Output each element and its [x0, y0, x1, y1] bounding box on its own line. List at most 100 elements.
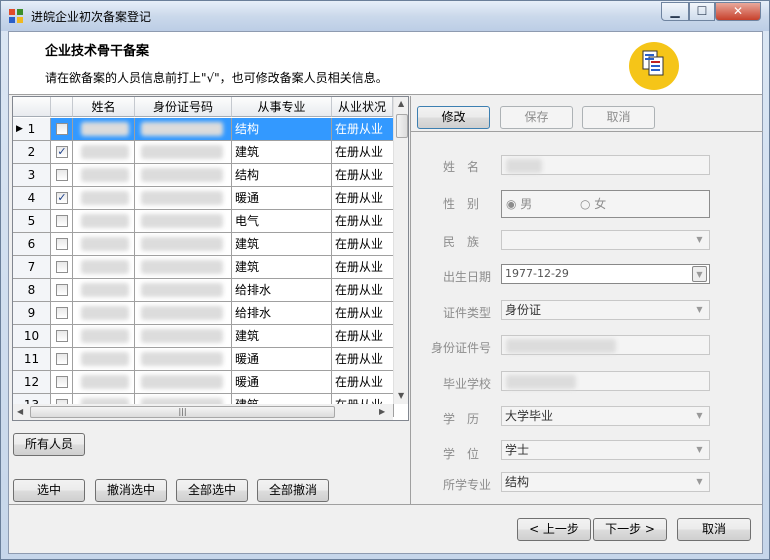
- row-checkbox[interactable]: [56, 353, 68, 365]
- row-checkbox[interactable]: [56, 261, 68, 273]
- title-bar[interactable]: 进皖企业初次备案登记 ▁ ☐ ✕: [1, 1, 769, 31]
- school-field[interactable]: [501, 371, 710, 391]
- id-number-cell[interactable]: [135, 302, 232, 325]
- id-number-cell[interactable]: [135, 164, 232, 187]
- table-row[interactable]: 10 建筑 在册从业: [13, 325, 394, 348]
- status-cell[interactable]: 在册从业: [332, 371, 394, 394]
- gender-female-radio[interactable]: ○ 女: [580, 195, 606, 213]
- major-cell[interactable]: 暖通: [232, 348, 332, 371]
- row-header[interactable]: 12: [13, 371, 51, 394]
- table-row[interactable]: 8 给排水 在册从业: [13, 279, 394, 302]
- status-cell[interactable]: 在册从业: [332, 233, 394, 256]
- name-cell[interactable]: [73, 210, 135, 233]
- id-number-cell[interactable]: [135, 210, 232, 233]
- status-cell[interactable]: 在册从业: [332, 302, 394, 325]
- table-row[interactable]: 9 给排水 在册从业: [13, 302, 394, 325]
- id-type-select[interactable]: 身份证 ▼: [501, 300, 710, 320]
- row-checkbox[interactable]: [56, 169, 68, 181]
- row-select-cell[interactable]: [51, 164, 73, 187]
- id-number-cell[interactable]: [135, 325, 232, 348]
- major-cell[interactable]: 给排水: [232, 302, 332, 325]
- row-checkbox[interactable]: ✓: [56, 192, 68, 204]
- name-cell[interactable]: [73, 256, 135, 279]
- table-row[interactable]: 3 结构 在册从业: [13, 164, 394, 187]
- name-cell[interactable]: [73, 302, 135, 325]
- status-cell[interactable]: 在册从业: [332, 187, 394, 210]
- row-checkbox[interactable]: [56, 238, 68, 250]
- row-select-cell[interactable]: [51, 302, 73, 325]
- id-number-cell[interactable]: [135, 348, 232, 371]
- row-select-cell[interactable]: [51, 233, 73, 256]
- table-row[interactable]: 12 暖通 在册从业: [13, 371, 394, 394]
- id-number-field[interactable]: [501, 335, 710, 355]
- name-cell[interactable]: [73, 279, 135, 302]
- table-row[interactable]: ▶ 1 结构 在册从业: [13, 118, 394, 141]
- scroll-down-icon[interactable]: ▼: [398, 391, 404, 400]
- major-cell[interactable]: 暖通: [232, 371, 332, 394]
- name-field[interactable]: [501, 155, 710, 175]
- scroll-right-icon[interactable]: ▶: [379, 407, 385, 416]
- major-cell[interactable]: 建筑: [232, 141, 332, 164]
- chevron-down-icon[interactable]: ▼: [692, 408, 707, 424]
- table-row[interactable]: 4 ✓ 暖通 在册从业: [13, 187, 394, 210]
- row-select-cell[interactable]: [51, 210, 73, 233]
- education-select[interactable]: 大学毕业 ▼: [501, 406, 710, 426]
- table-row[interactable]: 11 暖通 在册从业: [13, 348, 394, 371]
- row-header[interactable]: 4: [13, 187, 51, 210]
- minimize-button[interactable]: ▁: [661, 2, 689, 21]
- row-header[interactable]: 5: [13, 210, 51, 233]
- scroll-left-icon[interactable]: ◀: [17, 407, 23, 416]
- column-header-status[interactable]: 从业状况: [332, 97, 393, 117]
- unselect-all-button[interactable]: 全部撤消: [257, 479, 329, 502]
- row-header[interactable]: 11: [13, 348, 51, 371]
- major-cell[interactable]: 建筑: [232, 256, 332, 279]
- table-row[interactable]: 5 电气 在册从业: [13, 210, 394, 233]
- id-number-cell[interactable]: [135, 141, 232, 164]
- select-button[interactable]: 选中: [13, 479, 85, 502]
- status-cell[interactable]: 在册从业: [332, 141, 394, 164]
- name-cell[interactable]: [73, 187, 135, 210]
- chevron-down-icon[interactable]: ▼: [692, 474, 707, 490]
- name-cell[interactable]: [73, 141, 135, 164]
- row-select-cell[interactable]: [51, 348, 73, 371]
- vertical-scroll-thumb[interactable]: [396, 114, 408, 138]
- chevron-down-icon[interactable]: ▼: [692, 442, 707, 458]
- row-select-cell[interactable]: [51, 279, 73, 302]
- row-select-cell[interactable]: [51, 256, 73, 279]
- row-select-cell[interactable]: [51, 118, 73, 141]
- major-cell[interactable]: 建筑: [232, 325, 332, 348]
- major-cell[interactable]: 给排水: [232, 279, 332, 302]
- name-cell[interactable]: [73, 348, 135, 371]
- status-cell[interactable]: 在册从业: [332, 210, 394, 233]
- select-all-button[interactable]: 全部选中: [176, 479, 248, 502]
- row-checkbox[interactable]: ✓: [56, 146, 68, 158]
- scroll-up-icon[interactable]: ▲: [398, 99, 404, 108]
- chevron-down-icon[interactable]: ▼: [692, 232, 707, 248]
- id-number-cell[interactable]: [135, 233, 232, 256]
- row-checkbox[interactable]: [56, 215, 68, 227]
- status-cell[interactable]: 在册从业: [332, 325, 394, 348]
- degree-select[interactable]: 学士 ▼: [501, 440, 710, 460]
- major-select[interactable]: 结构 ▼: [501, 472, 710, 492]
- major-cell[interactable]: 建筑: [232, 233, 332, 256]
- row-select-cell[interactable]: ✓: [51, 141, 73, 164]
- row-header[interactable]: 10: [13, 325, 51, 348]
- row-checkbox[interactable]: [56, 330, 68, 342]
- major-cell[interactable]: 暖通: [232, 187, 332, 210]
- row-checkbox[interactable]: [56, 376, 68, 388]
- table-row[interactable]: 7 建筑 在册从业: [13, 256, 394, 279]
- status-cell[interactable]: 在册从业: [332, 256, 394, 279]
- row-select-cell[interactable]: [51, 325, 73, 348]
- save-button[interactable]: 保存: [500, 106, 573, 129]
- row-header[interactable]: 6: [13, 233, 51, 256]
- row-checkbox[interactable]: [56, 123, 68, 135]
- id-number-cell[interactable]: [135, 118, 232, 141]
- name-cell[interactable]: [73, 325, 135, 348]
- id-number-cell[interactable]: [135, 279, 232, 302]
- staff-grid[interactable]: 姓名 身份证号码 从事专业 从业状况 ▶ 1 结构 在册从业 2 ✓ 建筑 在册从业 3 结构 在册…: [12, 96, 409, 421]
- gender-male-radio[interactable]: ◉ 男: [506, 195, 532, 213]
- ethnicity-select[interactable]: ▼: [501, 230, 710, 250]
- row-header[interactable]: 2: [13, 141, 51, 164]
- unselect-button[interactable]: 撤消选中: [95, 479, 167, 502]
- name-cell[interactable]: [73, 233, 135, 256]
